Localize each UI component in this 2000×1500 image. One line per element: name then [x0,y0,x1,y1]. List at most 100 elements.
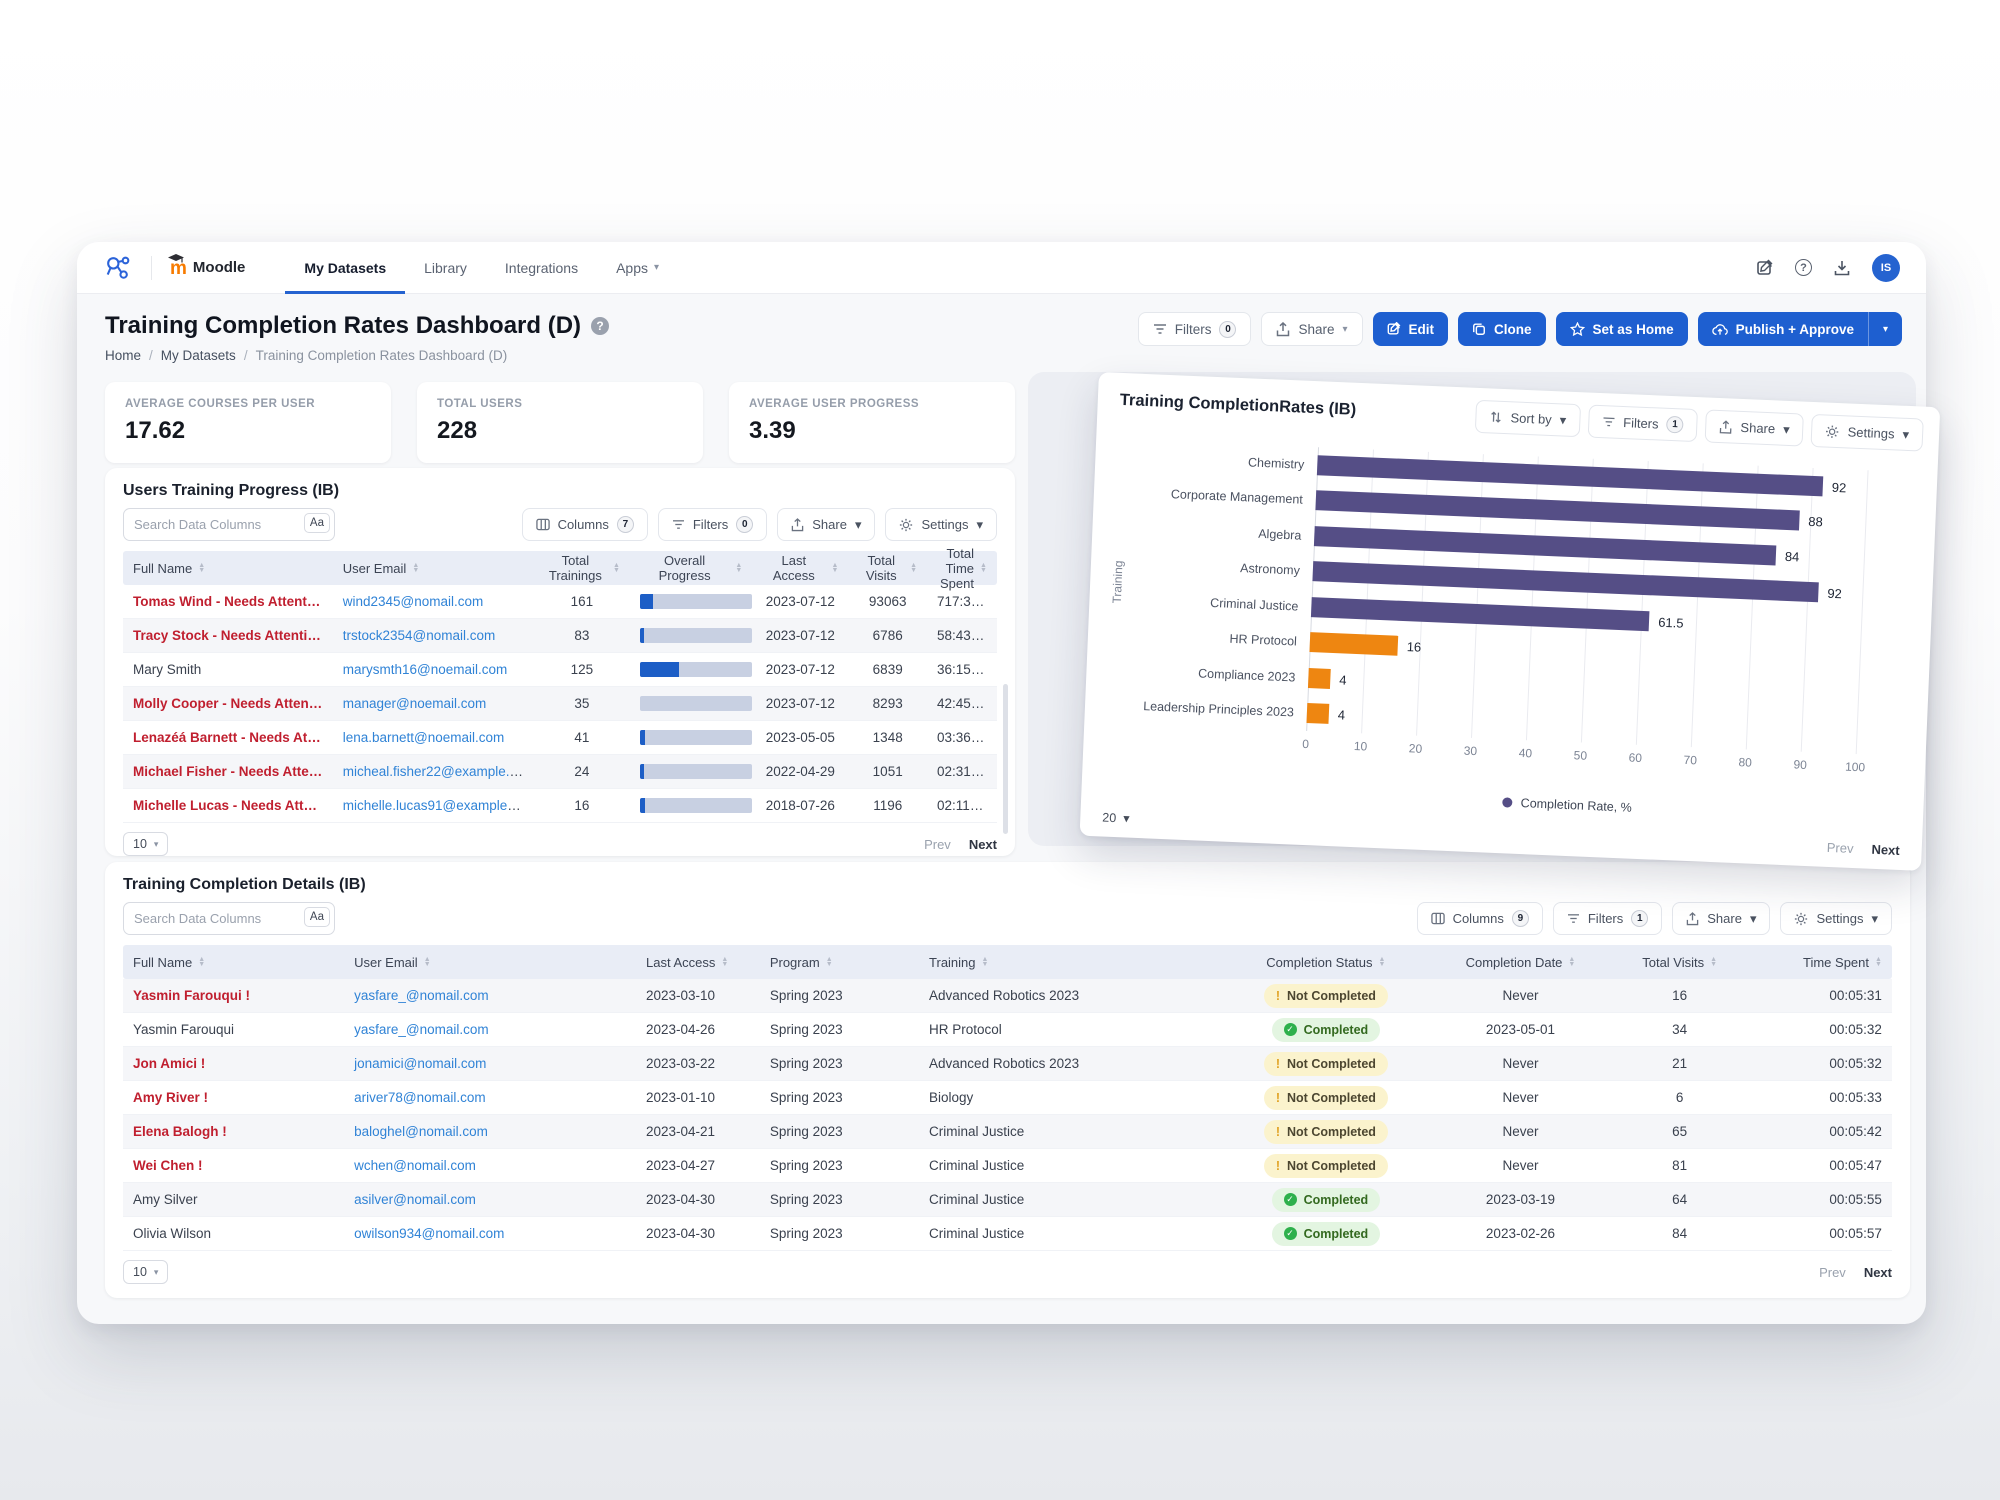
table-row[interactable]: Michelle Lucas - Needs Attention!michell… [123,789,997,823]
sort-by-button[interactable]: Sort by ▾ [1475,400,1581,437]
column-header-overall-progress[interactable]: Overall Progress▲▼ [630,553,752,583]
prev-page-button[interactable]: Prev [924,837,951,852]
table-row[interactable]: Olivia Wilsonowilson934@nomail.com2023-0… [123,1217,1892,1251]
breadcrumb-my-datasets[interactable]: My Datasets [161,348,236,363]
settings-button[interactable]: Settings ▾ [1811,414,1924,452]
prev-page-button[interactable]: Prev [1826,840,1853,856]
next-page-button[interactable]: Next [1864,1265,1892,1280]
column-header-training[interactable]: Training▲▼ [919,955,1220,970]
user-email-link[interactable]: wind2345@nomail.com [343,594,484,609]
column-header-user-email[interactable]: User Email▲▼ [333,561,534,576]
user-email-link[interactable]: baloghel@nomail.com [354,1124,488,1139]
nav-item-my-datasets[interactable]: My Datasets [285,242,405,294]
column-header-last-access[interactable]: Last Access▲▼ [636,955,760,970]
share-button[interactable]: Share ▾ [777,508,875,541]
user-email-link[interactable]: lena.barnett@noemail.com [343,730,505,745]
user-email-link[interactable]: jonamici@nomail.com [354,1056,486,1071]
table-row[interactable]: Amy River !ariver78@nomail.com2023-01-10… [123,1081,1892,1115]
column-header-total-visits[interactable]: Total Visits▲▼ [848,553,927,583]
set-as-home-button[interactable]: Set as Home [1556,312,1688,346]
training-cell: Criminal Justice [919,1158,1220,1173]
columns-button[interactable]: Columns 9 [1417,902,1543,935]
bar-algebra[interactable] [1314,526,1776,565]
completion-status-cell: ✓Completed [1220,1188,1432,1212]
user-email-link[interactable]: asilver@nomail.com [354,1192,476,1207]
breadcrumb-home[interactable]: Home [105,348,141,363]
table-row[interactable]: Michael Fisher - Needs Attention!micheal… [123,755,997,789]
download-icon[interactable] [1832,258,1852,278]
nav-item-apps[interactable]: Apps▾ [597,242,678,294]
publish-options-chevron[interactable]: ▾ [1868,312,1902,346]
table-scrollbar[interactable] [1003,684,1008,834]
user-email-link[interactable]: wchen@nomail.com [354,1158,476,1173]
next-page-button[interactable]: Next [969,837,997,852]
table-row[interactable]: Mary Smithmarysmth16@noemail.com1252023-… [123,653,997,687]
nav-item-integrations[interactable]: Integrations [486,242,597,294]
filters-button[interactable]: Filters 0 [1138,312,1252,346]
clone-button[interactable]: Clone [1458,312,1546,346]
bar-criminal-justice[interactable] [1311,597,1650,631]
page-size-select[interactable]: 20▾ [1102,810,1130,826]
user-email-link[interactable]: yasfare_@nomail.com [354,988,489,1003]
table-row[interactable]: Tomas Wind - Needs Attention!wind2345@no… [123,585,997,619]
column-header-last-access[interactable]: Last Access▲▼ [752,553,848,583]
column-header-total-trainings[interactable]: Total Trainings▲▼ [534,553,630,583]
column-header-full-name[interactable]: Full Name▲▼ [123,561,333,576]
table-row[interactable]: Jon Amici !jonamici@nomail.com2023-03-22… [123,1047,1892,1081]
column-header-completion-date[interactable]: Completion Date▲▼ [1432,955,1609,970]
share-button[interactable]: Share ▾ [1672,902,1770,935]
share-button[interactable]: Share ▾ [1705,409,1805,446]
help-icon[interactable]: ? [1795,259,1812,276]
chevron-down-icon: ▾ [855,517,862,533]
bar-hr-protocol[interactable] [1309,632,1398,656]
column-header-total-visits[interactable]: Total Visits▲▼ [1609,955,1751,970]
user-email-link[interactable]: marysmth16@noemail.com [343,662,508,677]
column-header-program[interactable]: Program▲▼ [760,955,919,970]
user-email-link[interactable]: trstock2354@nomail.com [343,628,496,643]
columns-button[interactable]: Columns 7 [522,508,648,541]
user-email-link[interactable]: michelle.lucas91@example.com [343,798,534,813]
table-row[interactable]: Wei Chen !wchen@nomail.com2023-04-27Spri… [123,1149,1892,1183]
next-page-button[interactable]: Next [1871,842,1900,858]
column-header-completion-status[interactable]: Completion Status▲▼ [1220,955,1432,970]
table-row[interactable]: Elena Balogh !baloghel@nomail.com2023-04… [123,1115,1892,1149]
user-email-link[interactable]: yasfare_@nomail.com [354,1022,489,1037]
table-row[interactable]: Amy Silverasilver@nomail.com2023-04-30Sp… [123,1183,1892,1217]
share-button[interactable]: Share ▾ [1261,312,1362,346]
moodle-logo[interactable]: m Moodle [170,259,245,276]
column-header-user-email[interactable]: User Email▲▼ [344,955,636,970]
filters-button[interactable]: Filters 1 [1588,405,1699,443]
column-header-full-name[interactable]: Full Name▲▼ [123,955,344,970]
user-email-link[interactable]: manager@noemail.com [343,696,487,711]
column-header-time-spent[interactable]: Time Spent▲▼ [1750,955,1892,970]
table-row[interactable]: Yasmin Farouqui !yasfare_@nomail.com2023… [123,979,1892,1013]
nav-item-library[interactable]: Library [405,242,486,294]
publish-approve-button[interactable]: Publish + Approve [1698,312,1868,346]
page-size-select[interactable]: 10▾ [123,1260,168,1284]
prev-page-button[interactable]: Prev [1819,1265,1846,1280]
user-email-link[interactable]: owilson934@nomail.com [354,1226,504,1241]
filters-button[interactable]: Filters 0 [658,508,767,541]
table-row[interactable]: Lenazéá Barnett - Needs Attention!lena.b… [123,721,997,755]
filters-button[interactable]: Filters 1 [1553,902,1662,935]
user-email-link[interactable]: ariver78@nomail.com [354,1090,486,1105]
bar-corporate-management[interactable] [1315,490,1799,530]
edit-button[interactable]: Edit [1373,312,1449,346]
user-email-link[interactable]: micheal.fisher22@example.com [343,764,534,779]
match-case-toggle[interactable]: Aa [304,513,330,533]
user-avatar[interactable]: IS [1872,254,1900,282]
table-row[interactable]: Tracy Stock - Needs Attention!trstock235… [123,619,997,653]
settings-button[interactable]: Settings ▾ [1780,902,1892,935]
bar-compliance-2023[interactable] [1308,668,1331,689]
title-help-icon[interactable]: ? [591,317,609,335]
table-row[interactable]: Yasmin Farouquiyasfare_@nomail.com2023-0… [123,1013,1892,1047]
app-logo[interactable] [103,253,133,283]
compose-icon[interactable] [1755,258,1775,278]
column-header-total-time-spent[interactable]: Total Time Spent▲▼ [927,546,997,591]
page-size-select[interactable]: 10▾ [123,832,168,856]
table-row[interactable]: Molly Cooper - Needs Attention!manager@n… [123,687,997,721]
settings-button[interactable]: Settings ▾ [885,508,997,541]
bar-leadership-principles-2023[interactable] [1306,703,1329,724]
match-case-toggle[interactable]: Aa [304,907,330,927]
filters-count-badge: 1 [1631,910,1648,927]
